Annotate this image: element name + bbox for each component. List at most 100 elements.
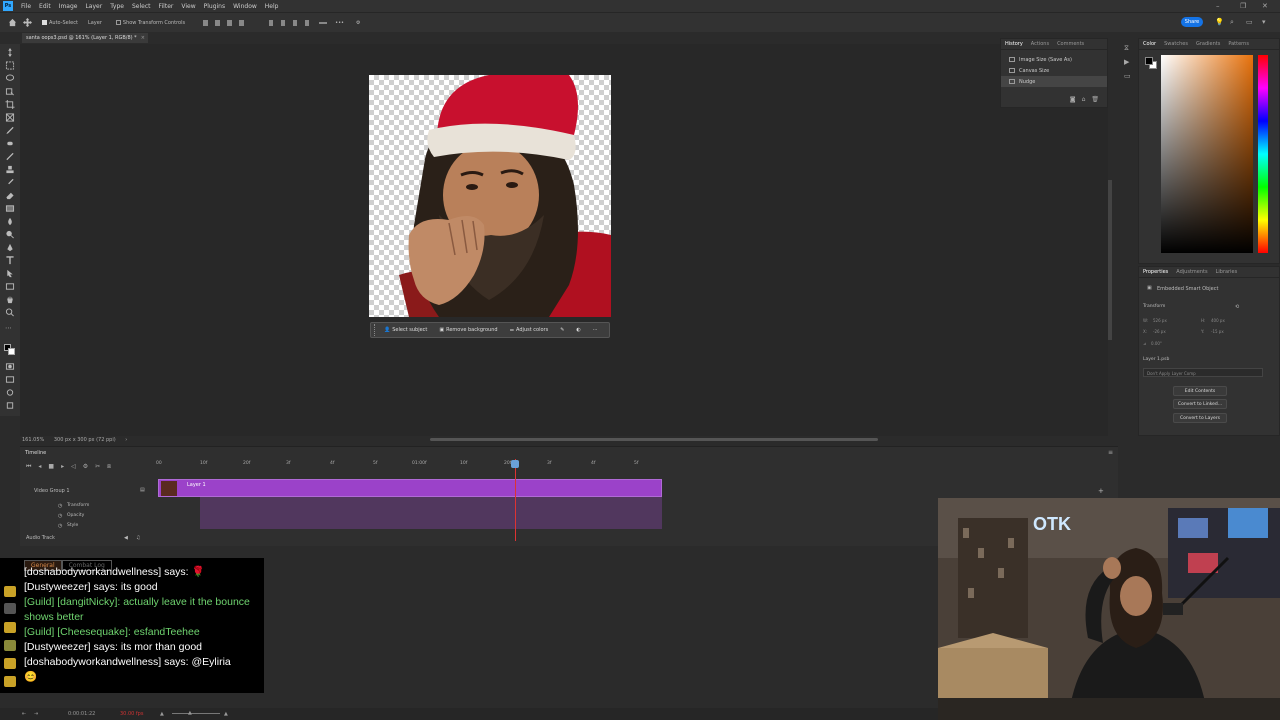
adjustment-circle-icon[interactable]: ◐ <box>570 327 586 333</box>
transform-property[interactable]: Transform <box>67 503 89 508</box>
blur-tool-icon[interactable] <box>5 217 15 226</box>
pen-tool-icon[interactable] <box>5 243 15 252</box>
settings-icon[interactable]: ⚙ <box>83 463 88 471</box>
next-frame-icon[interactable]: ▸ <box>61 463 64 471</box>
music-note-icon[interactable]: ♫ <box>136 535 140 541</box>
workspace-dropdown-icon[interactable]: ▾ <box>1262 18 1266 26</box>
minimize-icon[interactable]: – <box>1216 2 1220 10</box>
trash-icon[interactable]: 🗑 <box>1091 96 1099 103</box>
brush-mask-icon[interactable]: ✎ <box>554 327 570 333</box>
layer-comp-dropdown[interactable]: Don't Apply Layer Comp <box>1143 368 1263 377</box>
add-track-icon[interactable]: + <box>1098 487 1104 495</box>
type-tool-icon[interactable] <box>5 256 15 265</box>
edit-contents-button[interactable]: Edit Contents <box>1173 386 1227 396</box>
auto-select-checkbox[interactable]: Auto-Select <box>42 20 78 26</box>
layer-1-clip[interactable]: Layer 1 <box>158 479 662 497</box>
document-tab[interactable]: santa oops3.psd @ 161% (Layer 1, RGB/8) … <box>22 33 148 43</box>
rectangle-tool-icon[interactable] <box>5 282 15 291</box>
zoom-tool-icon[interactable] <box>5 308 15 317</box>
history-brush-tool-icon[interactable] <box>5 178 15 187</box>
healing-brush-tool-icon[interactable] <box>5 139 15 148</box>
tab-adjustments[interactable]: Adjustments <box>1172 269 1211 275</box>
split-icon[interactable]: ✂ <box>95 463 100 471</box>
chat-emote-icon[interactable] <box>4 640 16 651</box>
object-selection-tool-icon[interactable] <box>5 87 15 96</box>
convert-to-linked-button[interactable]: Convert to Linked... <box>1173 399 1227 409</box>
close-tab-icon[interactable]: × <box>141 33 145 43</box>
width-field[interactable]: 526 px <box>1153 318 1167 323</box>
camera-icon[interactable]: ⌂ <box>1082 96 1086 103</box>
color-picker-field[interactable] <box>1161 55 1253 253</box>
timeline-zoom-slider[interactable] <box>172 713 220 714</box>
eraser-tool-icon[interactable] <box>5 191 15 200</box>
first-frame-icon[interactable]: ⏮ <box>26 463 31 471</box>
history-item[interactable]: Canvas Size <box>1001 65 1107 76</box>
eyedropper-tool-icon[interactable] <box>5 126 15 135</box>
angle-field[interactable]: 0.00° <box>1151 341 1162 346</box>
menu-help[interactable]: Help <box>261 3 283 10</box>
workspace-icon[interactable]: ▭ <box>1246 18 1253 26</box>
panel-menu-icon[interactable]: ≡ <box>1108 449 1113 456</box>
tab-properties[interactable]: Properties <box>1139 269 1172 275</box>
more-options-icon[interactable]: ••• <box>335 20 344 26</box>
stopwatch-icon[interactable]: ◷ <box>58 523 62 529</box>
x-field[interactable]: -26 px <box>1153 329 1166 334</box>
distribute-buttons[interactable] <box>269 19 329 27</box>
brush-tool-icon[interactable] <box>5 152 15 161</box>
hand-tool-icon[interactable] <box>5 295 15 304</box>
document-canvas-image[interactable] <box>369 75 611 317</box>
tab-history[interactable]: History <box>1001 41 1027 47</box>
gradient-tool-icon[interactable] <box>5 204 15 213</box>
screen-mode-icon[interactable] <box>5 375 15 384</box>
video-group-label[interactable]: Video Group 1 <box>34 488 70 494</box>
audio-icon[interactable]: ◁ <box>71 463 76 471</box>
opacity-property[interactable]: Opacity <box>67 513 84 518</box>
more-options-icon[interactable]: ⋯ <box>587 327 604 333</box>
history-item-selected[interactable]: Nudge <box>1001 76 1107 87</box>
transition-icon[interactable]: ⧈ <box>107 463 111 471</box>
zoom-level[interactable]: 161.05% <box>22 437 44 443</box>
settings-gear-icon[interactable]: ⚙ <box>356 20 360 26</box>
convert-frame-icon[interactable]: ⇥ <box>34 711 38 717</box>
history-item[interactable]: Image Size (Save As) <box>1001 54 1107 65</box>
clone-stamp-tool-icon[interactable] <box>5 165 15 174</box>
menu-filter[interactable]: Filter <box>155 3 178 10</box>
playhead-handle[interactable] <box>511 460 519 468</box>
more-tools-icon[interactable]: ⋯ <box>5 324 15 333</box>
menu-type[interactable]: Type <box>106 3 128 10</box>
y-field[interactable]: -15 px <box>1211 329 1224 334</box>
path-selection-tool-icon[interactable] <box>5 269 15 278</box>
menu-select[interactable]: Select <box>128 3 155 10</box>
stopwatch-icon[interactable]: ◷ <box>58 513 62 519</box>
render-video-icon[interactable]: ⇤ <box>22 711 26 717</box>
chat-social-icon[interactable] <box>4 586 16 597</box>
zoom-slider-handle[interactable]: ▲ <box>188 710 192 716</box>
menu-image[interactable]: Image <box>55 3 82 10</box>
edit-toolbar-icon[interactable] <box>5 388 15 397</box>
snapshot-icon[interactable]: ◙ <box>1070 96 1076 103</box>
style-property[interactable]: Style <box>67 523 78 528</box>
play-actions-icon[interactable]: ▶ <box>1124 58 1129 66</box>
show-transform-controls-checkbox[interactable]: Show Transform Controls <box>115 20 185 26</box>
lasso-tool-icon[interactable] <box>5 74 15 83</box>
menu-window[interactable]: Window <box>229 3 261 10</box>
tab-comments[interactable]: Comments <box>1053 41 1088 47</box>
menu-layer[interactable]: Layer <box>81 3 106 10</box>
frame-tool-icon[interactable] <box>5 113 15 122</box>
horizontal-scrollbar[interactable] <box>430 438 878 441</box>
close-icon[interactable]: ✕ <box>1262 2 1268 10</box>
adjust-colors-button[interactable]: ⚌ Adjust colors <box>504 327 555 333</box>
marquee-tool-icon[interactable] <box>5 61 15 70</box>
play-icon[interactable]: ■ <box>48 463 54 471</box>
menu-edit[interactable]: Edit <box>35 3 55 10</box>
tab-swatches[interactable]: Swatches <box>1160 41 1192 47</box>
zoom-in-icon[interactable]: ▲ <box>224 711 228 717</box>
convert-to-layers-button[interactable]: Convert to Layers <box>1173 413 1227 423</box>
chat-channel-icon[interactable] <box>4 622 16 633</box>
remove-background-button[interactable]: ▣ Remove background <box>433 327 503 333</box>
film-strip-icon[interactable]: ▤ <box>140 487 145 493</box>
reset-transform-icon[interactable]: ⟲ <box>1235 304 1239 310</box>
playhead-line[interactable] <box>515 459 516 541</box>
move-tool-icon[interactable] <box>23 18 32 27</box>
foreground-color-swatch[interactable] <box>1145 57 1153 65</box>
